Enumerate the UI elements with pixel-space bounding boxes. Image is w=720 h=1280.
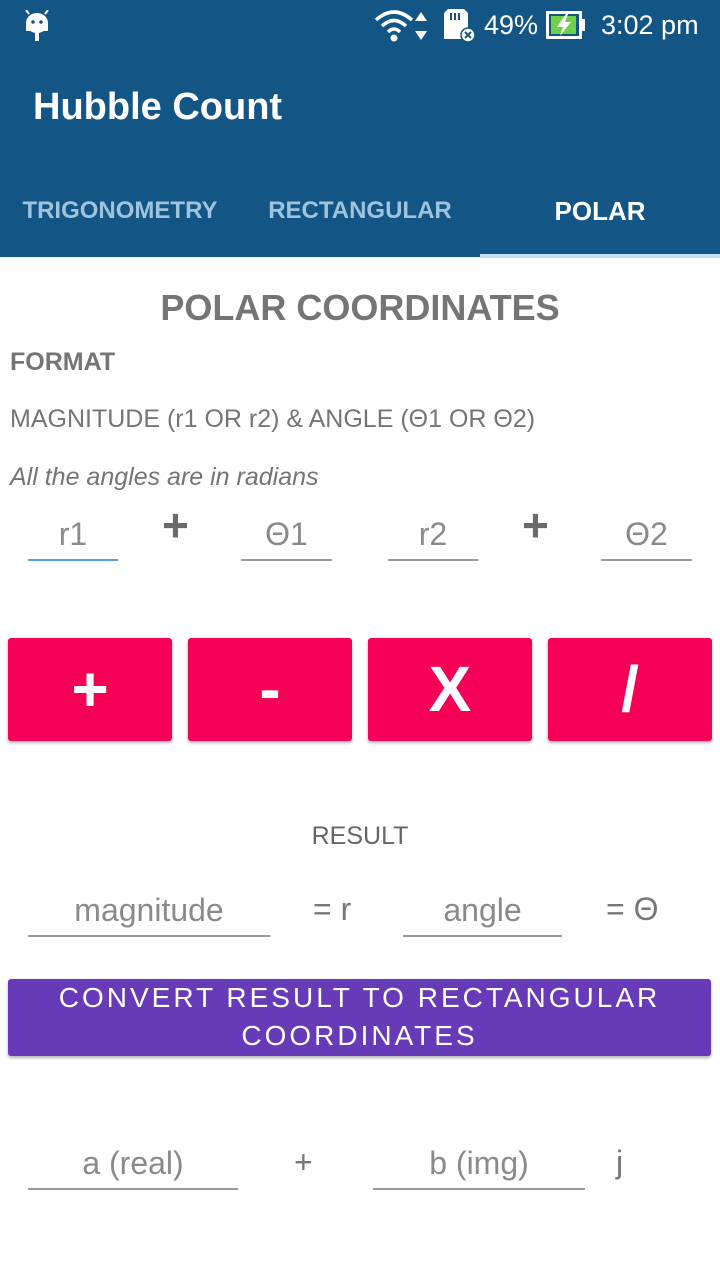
format-description: MAGNITUDE (r1 OR r2) & ANGLE (Θ1 OR Θ2) xyxy=(10,405,536,433)
clock: 3:02 pm xyxy=(601,10,699,40)
convert-to-rectangular-button[interactable]: CONVERT RESULT TO RECTANGULAR COORDINATE… xyxy=(8,979,711,1056)
theta2-input[interactable] xyxy=(601,509,692,561)
result-label: RESULT xyxy=(311,822,409,850)
equals-theta-label: = Θ xyxy=(606,891,659,927)
r2-input[interactable] xyxy=(388,509,478,561)
battery-percent: 49% xyxy=(484,10,539,40)
multiply-button[interactable]: X xyxy=(368,638,532,741)
subtract-button[interactable]: - xyxy=(188,638,352,741)
add-button[interactable]: + xyxy=(8,638,172,741)
format-label: FORMAT xyxy=(10,348,116,376)
page-title: POLAR COORDINATES xyxy=(160,287,560,328)
tab-trigonometry[interactable]: TRIGONOMETRY xyxy=(0,180,240,242)
divide-button[interactable]: / xyxy=(548,638,712,741)
android-icon xyxy=(25,10,49,41)
status-bar: 49% 3:02 pm xyxy=(0,0,720,52)
j-label: j xyxy=(616,1144,624,1180)
plus-sign-1: + xyxy=(162,499,189,551)
tab-indicator xyxy=(480,254,720,258)
battery-charging-icon xyxy=(546,11,585,39)
magnitude-output[interactable] xyxy=(28,885,270,937)
tab-rectangular[interactable]: RECTANGULAR xyxy=(240,180,480,242)
plus-sign-rect: + xyxy=(294,1144,313,1180)
plus-sign-2: + xyxy=(522,499,549,551)
tab-polar[interactable]: POLAR xyxy=(480,180,720,242)
equals-r-label: = r xyxy=(313,891,352,927)
real-part-output[interactable] xyxy=(28,1138,238,1190)
r1-input[interactable] xyxy=(28,509,118,561)
angle-output[interactable] xyxy=(403,885,562,937)
imaginary-part-output[interactable] xyxy=(373,1138,585,1190)
sd-card-icon xyxy=(444,9,476,43)
angle-note: All the angles are in radians xyxy=(10,463,319,491)
data-arrows-icon xyxy=(415,12,427,40)
theta1-input[interactable] xyxy=(241,509,332,561)
app-title: Hubble Count xyxy=(33,86,283,128)
wifi-icon xyxy=(374,10,414,42)
